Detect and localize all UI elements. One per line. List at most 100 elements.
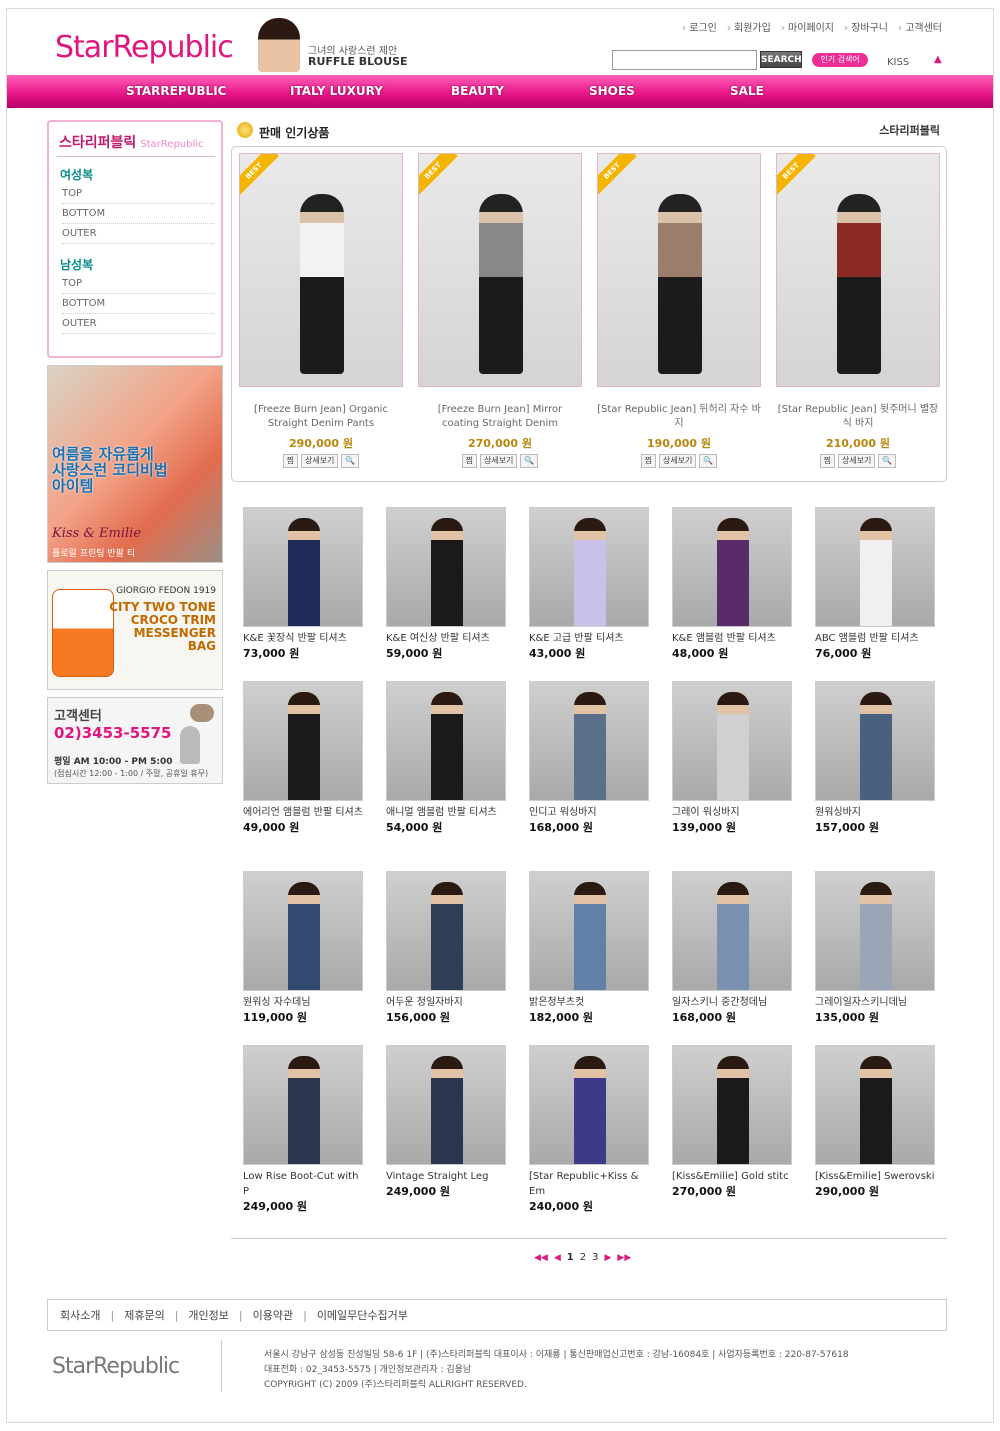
wish-button[interactable]: 찜 [282, 454, 298, 468]
product-name[interactable]: K&E 앰블럼 반팔 티셔츠 [672, 631, 794, 646]
product-item[interactable]: 에어리언 앰블럼 반팔 티셔츠 49,000 원 [243, 681, 365, 835]
detail-button[interactable]: 상세보기 [658, 454, 697, 468]
nav-shoes[interactable]: SHOES [589, 84, 635, 98]
product-item[interactable]: K&E 고급 반팔 티셔츠 43,000 원 [529, 507, 651, 661]
featured-product-name[interactable]: [Star Republic Jean] 뒷주머니 별장식 바지 [776, 403, 940, 431]
product-image[interactable] [529, 1045, 649, 1165]
detail-button[interactable]: 상세보기 [300, 454, 339, 468]
nav-sale[interactable]: SALE [730, 84, 764, 98]
featured-product-image[interactable]: BEST [418, 153, 582, 387]
product-image[interactable] [243, 1045, 363, 1165]
product-name[interactable]: 원워싱 자수데님 [243, 995, 365, 1010]
footer-terms-link[interactable]: 이용약관 [253, 1307, 293, 1323]
mypage-link[interactable]: 마이페이지 [781, 19, 834, 34]
footer-partnership-link[interactable]: 제휴문의 [124, 1307, 164, 1323]
featured-brand-link[interactable]: 스타리퍼블릭 [879, 122, 940, 138]
product-item[interactable]: K&E 여신상 반팔 티셔츠 59,000 원 [386, 507, 508, 661]
site-logo[interactable]: StarRepublic [55, 30, 234, 65]
featured-product-image[interactable]: BEST [597, 153, 761, 387]
men-outer-link[interactable]: OUTER [62, 314, 214, 334]
zoom-icon[interactable]: 🔍 [520, 454, 539, 468]
prev-page-icon[interactable]: ◀ [554, 1253, 561, 1263]
page-3[interactable]: 3 [592, 1252, 598, 1263]
product-name[interactable]: 에어리언 앰블럼 반팔 티셔츠 [243, 805, 365, 820]
product-item[interactable]: 그레이 워싱바지 139,000 원 [672, 681, 794, 835]
featured-product-card[interactable]: BEST [Freeze Burn Jean] Mirror coating St… [418, 153, 582, 468]
product-name[interactable]: 원워싱바지 [815, 805, 937, 820]
featured-product-card[interactable]: BEST [Star Republic Jean] 뒷주머니 별장식 바지 210,… [776, 153, 940, 468]
product-name[interactable]: [Star Republic+Kiss & Em [529, 1169, 651, 1199]
product-image[interactable] [386, 681, 506, 801]
zoom-icon[interactable]: 🔍 [699, 454, 718, 468]
product-item[interactable]: 일자스키니 중간청데님 168,000 원 [672, 871, 794, 1025]
featured-product-card[interactable]: BEST [Star Republic Jean] 뒤허리 자수 바지 190,00… [597, 153, 761, 468]
featured-product-name[interactable]: [Freeze Burn Jean] Mirror coating Straig… [418, 403, 582, 431]
product-item[interactable]: 애니멀 앰블럼 반팔 티셔츠 54,000 원 [386, 681, 508, 835]
login-link[interactable]: 로그인 [682, 19, 717, 34]
product-name[interactable]: K&E 꽃장식 반팔 티셔츠 [243, 631, 365, 646]
product-item[interactable]: ABC 앰블럼 반팔 티셔츠 76,000 원 [815, 507, 937, 661]
next-page-icon[interactable]: ▶ [604, 1253, 611, 1263]
women-outer-link[interactable]: OUTER [62, 224, 214, 244]
product-name[interactable]: Low Rise Boot-Cut with P [243, 1169, 365, 1199]
product-item[interactable]: 어두운 청일자바지 156,000 원 [386, 871, 508, 1025]
customer-center-banner[interactable]: 고객센터 02)3453-5575 평일 AM 10:00 - PM 5:00 … [47, 697, 223, 784]
product-name[interactable]: ABC 앰블럼 반팔 티셔츠 [815, 631, 937, 646]
product-name[interactable]: [Kiss&Emilie] Gold stitc [672, 1169, 794, 1184]
men-bottom-link[interactable]: BOTTOM [62, 294, 214, 314]
product-item[interactable]: K&E 꽃장식 반팔 티셔츠 73,000 원 [243, 507, 365, 661]
featured-product-image[interactable]: BEST [776, 153, 940, 387]
featured-product-card[interactable]: BEST [Freeze Burn Jean] Organic Straight … [239, 153, 403, 468]
product-name[interactable]: 밝은청부츠컷 [529, 995, 651, 1010]
last-page-icon[interactable]: ▶▶ [617, 1253, 631, 1263]
men-top-link[interactable]: TOP [62, 274, 214, 294]
product-item[interactable]: 원워싱 자수데님 119,000 원 [243, 871, 365, 1025]
product-image[interactable] [386, 871, 506, 991]
wish-button[interactable]: 찜 [819, 454, 835, 468]
product-image[interactable] [386, 1045, 506, 1165]
footer-company-link[interactable]: 회사소개 [60, 1307, 100, 1323]
support-link[interactable]: 고객센터 [898, 19, 942, 34]
product-image[interactable] [815, 1045, 935, 1165]
product-item[interactable]: 그레이일자스키니데님 135,000 원 [815, 871, 937, 1025]
search-input[interactable] [612, 50, 757, 70]
page-2[interactable]: 2 [580, 1252, 586, 1263]
product-name[interactable]: K&E 고급 반팔 티셔츠 [529, 631, 651, 646]
product-name[interactable]: 인디고 워싱바지 [529, 805, 651, 820]
first-page-icon[interactable]: ◀◀ [534, 1253, 548, 1263]
featured-product-image[interactable]: BEST [239, 153, 403, 387]
product-image[interactable] [529, 681, 649, 801]
bag-promo-banner[interactable]: GIORGIO FEDON 1919 CITY TWO TONE CROCO TR… [47, 570, 223, 690]
popular-keyword[interactable]: KISS [887, 57, 909, 68]
product-image[interactable] [672, 507, 792, 627]
nav-starrepublic[interactable]: STARREPUBLIC [126, 84, 226, 98]
product-image[interactable] [815, 507, 935, 627]
product-name[interactable]: 어두운 청일자바지 [386, 995, 508, 1010]
product-image[interactable] [243, 681, 363, 801]
product-item[interactable]: 인디고 워싱바지 168,000 원 [529, 681, 651, 835]
signup-link[interactable]: 회원가입 [727, 19, 771, 34]
summer-promo-banner[interactable]: 여름을 자유롭게 사랑스런 코디비법 아이템 Kiss & Emilie 플로럴 프… [47, 365, 223, 563]
product-image[interactable] [243, 507, 363, 627]
product-image[interactable] [672, 1045, 792, 1165]
product-image[interactable] [672, 871, 792, 991]
nav-italy-luxury[interactable]: ITALY LUXURY [290, 84, 383, 98]
product-name[interactable]: K&E 여신상 반팔 티셔츠 [386, 631, 508, 646]
keyword-up-arrow-icon[interactable]: ▲ [934, 54, 942, 65]
featured-product-name[interactable]: [Star Republic Jean] 뒤허리 자수 바지 [597, 403, 761, 431]
cart-link[interactable]: 장바구니 [844, 19, 888, 34]
search-button[interactable]: SEARCH [760, 51, 802, 68]
women-top-link[interactable]: TOP [62, 184, 214, 204]
product-image[interactable] [815, 871, 935, 991]
women-section-title[interactable]: 여성복 [60, 166, 93, 183]
footer-email-refusal-link[interactable]: 이메일무단수집거부 [317, 1307, 408, 1323]
promo-title[interactable]: RUFFLE BLOUSE [308, 55, 408, 68]
product-item[interactable]: 밝은청부츠컷 182,000 원 [529, 871, 651, 1025]
promo-model-image[interactable] [258, 18, 300, 72]
product-item[interactable]: [Kiss&Emilie] Swerovski 290,000 원 [815, 1045, 937, 1199]
product-image[interactable] [529, 507, 649, 627]
nav-beauty[interactable]: BEAUTY [451, 84, 504, 98]
product-name[interactable]: 애니멀 앰블럼 반팔 티셔츠 [386, 805, 508, 820]
product-image[interactable] [243, 871, 363, 991]
product-item[interactable]: [Kiss&Emilie] Gold stitc 270,000 원 [672, 1045, 794, 1199]
